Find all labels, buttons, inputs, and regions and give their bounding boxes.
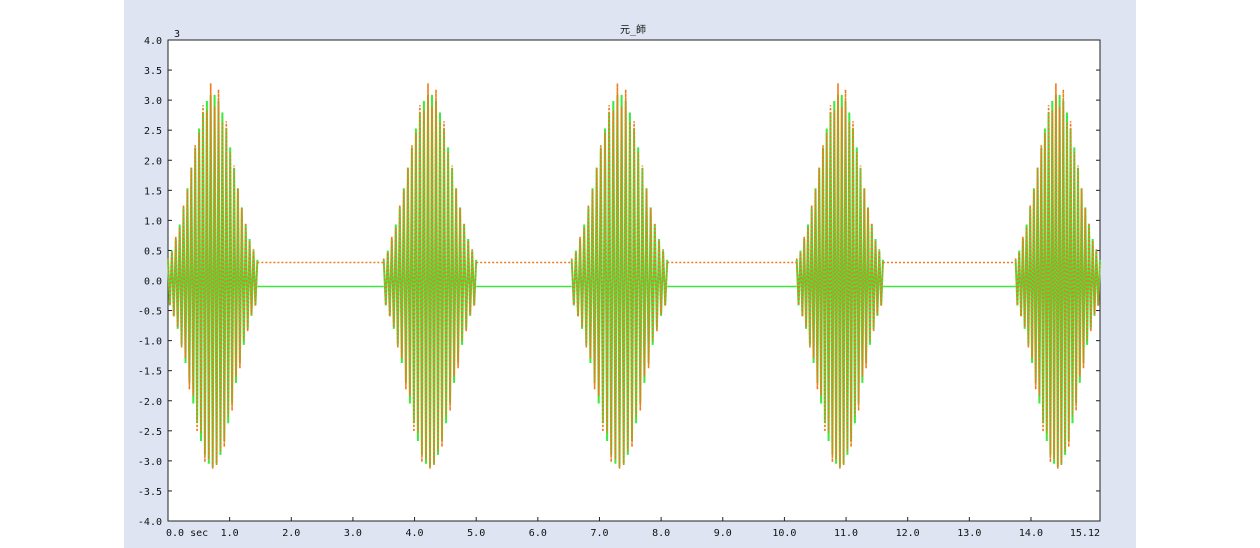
y-tick-label: -2.0 (138, 397, 162, 408)
chart-title: 元_師 (620, 23, 646, 36)
x-tick-label: 5.0 (467, 528, 485, 539)
y-tick-label: 2.0 (144, 156, 162, 167)
x-tick-label: 4.0 (406, 528, 424, 539)
x-tick-label: 14.0 (1019, 528, 1043, 539)
y-tick-label: -1.5 (138, 367, 162, 378)
x-tick-label: 3.0 (344, 528, 362, 539)
chart-panel: 元_師 3 4.0 3.5 3.0 2.5 2.0 1.5 1.0 0.5 0.0 -0.5 -1.… (124, 0, 1136, 548)
y-tick-label: -3.5 (138, 487, 162, 498)
y-tick-label: 3.5 (144, 66, 162, 77)
y-tick-label: -2.5 (138, 427, 162, 438)
y-tick-label: 4.0 (144, 36, 162, 47)
waveform-chart: 元_師 3 4.0 3.5 3.0 2.5 2.0 1.5 1.0 0.5 0.0 -0.5 -1.… (138, 23, 1101, 539)
y-tick-label: -0.5 (138, 307, 162, 318)
corner-label: 3 (174, 29, 180, 40)
y-tick-label: -3.0 (138, 457, 162, 468)
x-tick-label: 9.0 (714, 528, 732, 539)
x-tick-label: 0.0 sec (166, 528, 208, 539)
y-tick-label: 1.5 (144, 186, 162, 197)
y-tick-label: -1.0 (138, 337, 162, 348)
x-tick-label: 1.0 (221, 528, 239, 539)
x-tick-label: 6.0 (529, 528, 547, 539)
y-tick-label: 0.0 (144, 277, 162, 288)
y-tick-label: 1.0 (144, 216, 162, 227)
x-tick-label: 10.0 (772, 528, 796, 539)
x-tick-label: 15.12 (1070, 528, 1100, 539)
x-tick-label: 2.0 (282, 528, 300, 539)
y-tick-label: 3.0 (144, 96, 162, 107)
x-tick-label: 12.0 (896, 528, 920, 539)
y-tick-label: -4.0 (138, 517, 162, 528)
y-tick-label: 0.5 (144, 246, 162, 257)
x-tick-label: 8.0 (652, 528, 670, 539)
x-tick-label: 7.0 (590, 528, 608, 539)
y-tick-label: 2.5 (144, 126, 162, 137)
x-tick-label: 13.0 (957, 528, 981, 539)
x-tick-label: 11.0 (834, 528, 858, 539)
